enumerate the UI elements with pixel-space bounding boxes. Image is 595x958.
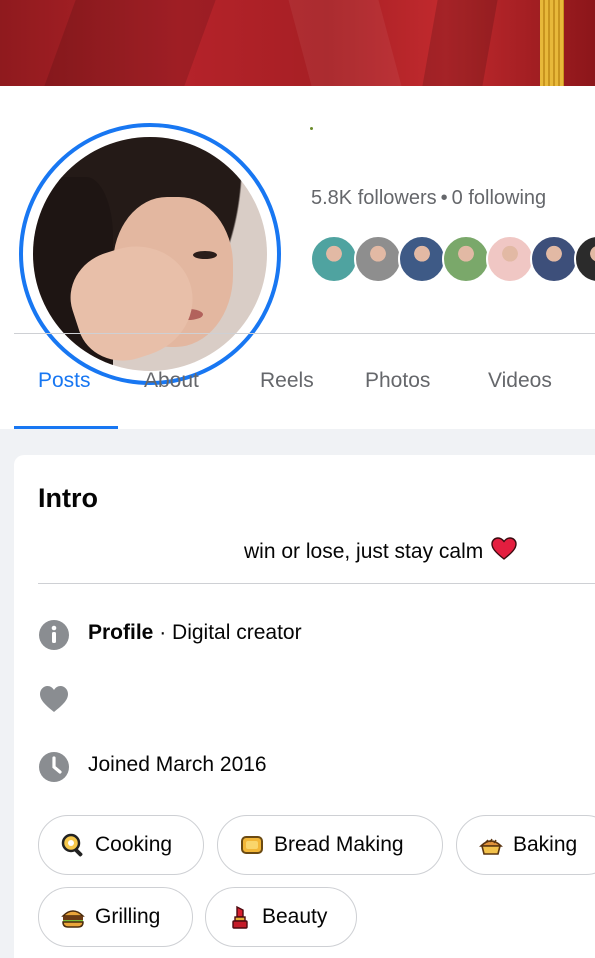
- tab-about[interactable]: About: [144, 369, 199, 393]
- active-tab-indicator: [14, 426, 118, 429]
- hobby-chip-beauty[interactable]: Beauty: [205, 887, 357, 947]
- heart-icon: [491, 537, 517, 567]
- clock-icon: [38, 751, 70, 783]
- heart-outline-icon: [38, 683, 70, 715]
- cover-photo[interactable]: [0, 0, 595, 86]
- friend-avatar-2[interactable]: [354, 235, 402, 283]
- hobby-label: Bread Making: [274, 833, 404, 856]
- hobby-label: Beauty: [262, 905, 328, 928]
- follow-stats: 5.8K followers • 0 following: [311, 187, 546, 210]
- name-fragment: [310, 127, 313, 130]
- hobby-chip-bread-making[interactable]: Bread Making: [217, 815, 443, 875]
- bread-icon: [240, 833, 264, 857]
- bio-label: win or lose, just stay calm: [244, 540, 484, 563]
- bio-text: win or lose, just stay calm: [244, 537, 517, 567]
- hobby-chip-baking[interactable]: Baking: [456, 815, 595, 875]
- profile-label: Profile: [88, 621, 154, 644]
- profile-separator: ·: [153, 621, 173, 644]
- hobby-label: Cooking: [95, 833, 173, 856]
- magnifier-pan-icon: [61, 833, 85, 857]
- lipstick-icon: [228, 905, 252, 929]
- profile-category: Digital creator: [172, 621, 302, 644]
- burger-icon: [61, 905, 85, 929]
- tab-videos[interactable]: Videos: [488, 369, 552, 393]
- friend-avatar-3[interactable]: [398, 235, 446, 283]
- friend-avatar-stack: [310, 235, 595, 283]
- joined-date: Joined March 2016: [88, 753, 267, 776]
- profile-header: 5.8K followers • 0 following Posts About R…: [0, 86, 595, 429]
- friend-avatar-5[interactable]: [486, 235, 534, 283]
- graduation-tassel: [540, 0, 564, 86]
- tab-reels[interactable]: Reels: [260, 369, 314, 393]
- hobby-chip-grilling[interactable]: Grilling: [38, 887, 193, 947]
- friend-avatar-6[interactable]: [530, 235, 578, 283]
- followers-count[interactable]: 5.8K followers: [311, 187, 437, 209]
- intro-title: Intro: [38, 483, 98, 513]
- friend-avatar-1[interactable]: [310, 235, 358, 283]
- tab-photos[interactable]: Photos: [365, 369, 430, 393]
- profile-tabs: Posts About Reels Photos Videos: [14, 334, 595, 429]
- pie-icon: [479, 833, 503, 857]
- hobby-label: Baking: [513, 833, 578, 856]
- hobby-label: Grilling: [95, 905, 161, 928]
- friend-avatar-4[interactable]: [442, 235, 490, 283]
- intro-divider: [38, 583, 595, 584]
- tab-posts[interactable]: Posts: [38, 369, 91, 393]
- friend-avatar-7[interactable]: [574, 235, 595, 283]
- info-icon: [38, 619, 70, 651]
- hobby-chip-cooking[interactable]: Cooking: [38, 815, 204, 875]
- stats-separator: •: [440, 187, 448, 209]
- following-count[interactable]: 0 following: [452, 187, 547, 209]
- intro-card: Intro win or lose, just stay calm Profil…: [14, 455, 595, 958]
